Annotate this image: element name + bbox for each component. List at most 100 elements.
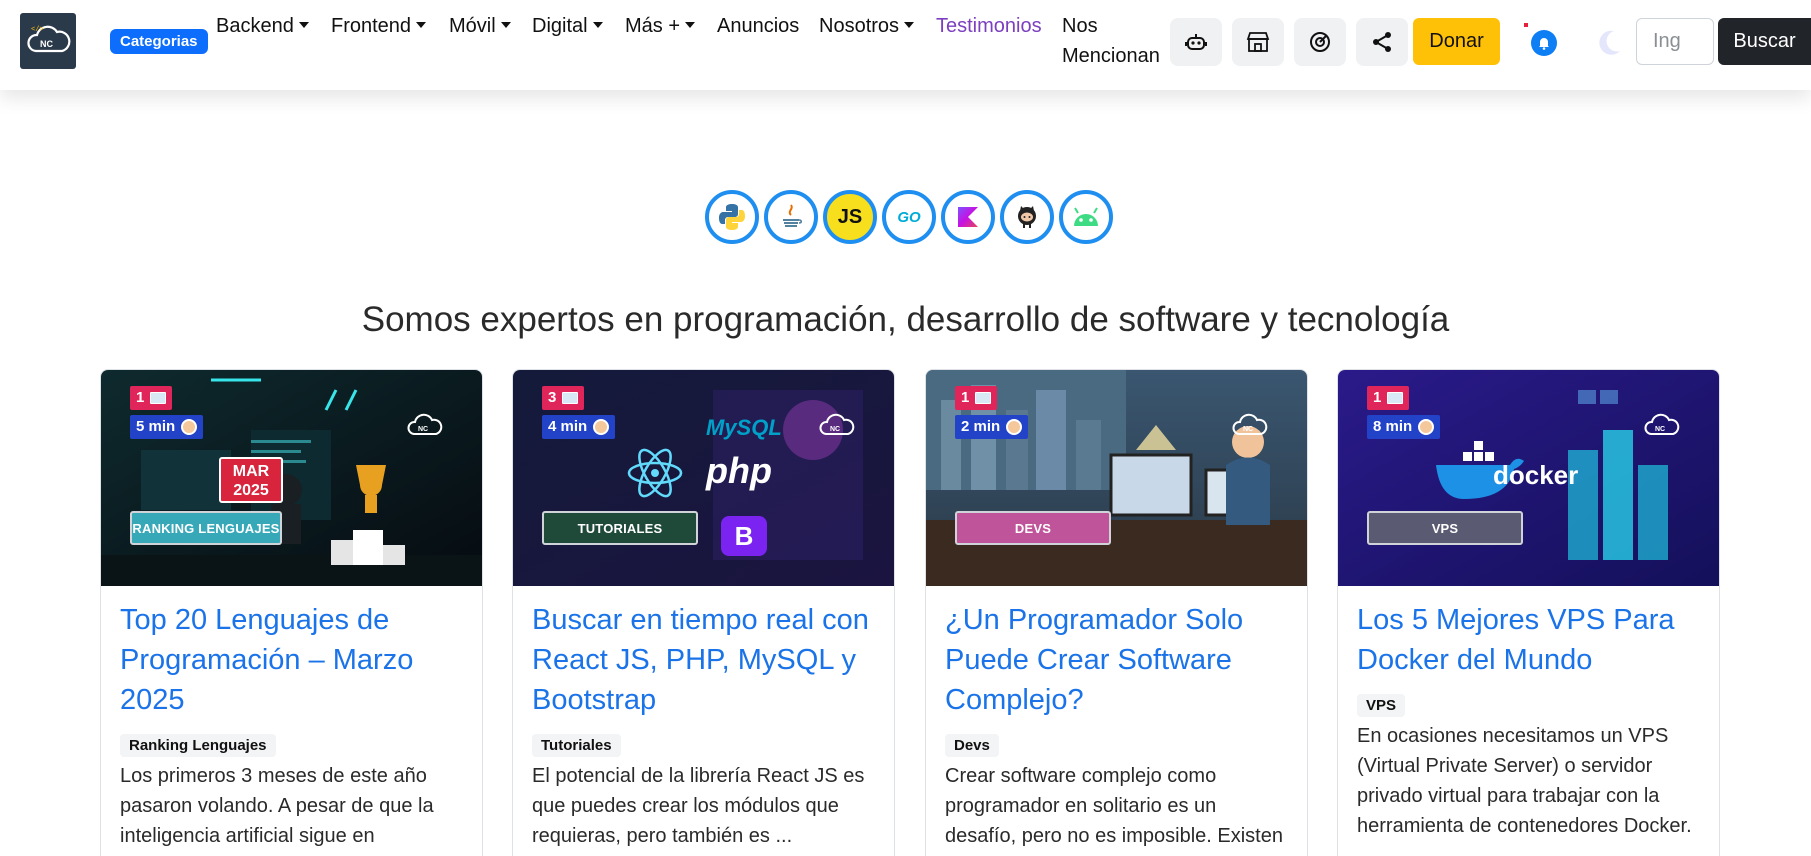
robot-button[interactable]: [1170, 18, 1222, 66]
category-tag[interactable]: VPS: [1357, 694, 1406, 717]
article-card[interactable]: MySQL php B 3 4 min NC TUTORIALES Buscar…: [512, 369, 895, 856]
hero-headline: Somos expertos en programación, desarrol…: [361, 300, 1450, 339]
avatar-icon: [1006, 419, 1023, 435]
image-category-label: RANKING LENGUAJES: [130, 511, 282, 545]
category-tag[interactable]: Tutoriales: [532, 734, 621, 757]
image-icon: [150, 392, 167, 404]
caret-down-icon: [416, 22, 427, 28]
javascript-icon[interactable]: JS: [823, 190, 877, 244]
github-octocat-logo: [1018, 206, 1036, 228]
avatar-icon: [1418, 419, 1435, 435]
article-thumbnail[interactable]: MySQL php B 3 4 min NC TUTORIALES: [513, 370, 894, 586]
image-count-badge: 1: [955, 386, 998, 410]
java-icon[interactable]: [764, 190, 818, 244]
date-month: MAR: [232, 463, 270, 480]
svg-text:</>: </>: [31, 26, 44, 34]
nav-nosotros-label: Nosotros: [819, 15, 900, 37]
nav-testimonios[interactable]: Testimonios: [936, 13, 1042, 39]
nav-frontend[interactable]: Frontend: [331, 13, 427, 39]
nav-movil-label: Móvil: [449, 15, 496, 37]
nav-movil[interactable]: Móvil: [449, 13, 511, 39]
nav-nos-line1: Nos: [1062, 15, 1098, 37]
read-time-badge: 4 min: [542, 415, 616, 439]
moon-icon[interactable]: [1594, 27, 1624, 57]
category-tag[interactable]: Ranking Lenguajes: [120, 734, 276, 757]
article-card[interactable]: docker 1 8 min NC VPS Los 5 Mejores VPS …: [1337, 369, 1720, 856]
robot-icon: [1185, 34, 1207, 50]
image-count: 1: [136, 389, 145, 406]
nav-nosotros[interactable]: Nosotros: [819, 13, 915, 39]
caret-down-icon: [592, 22, 603, 28]
image-count: 3: [548, 389, 557, 406]
article-thumbnail[interactable]: 1 5 min NC MAR 2025 RANKING LENGUAJES: [101, 370, 482, 586]
nc-watermark-icon: NC: [1232, 413, 1268, 435]
read-time-badge: 8 min: [1367, 415, 1441, 439]
store-button[interactable]: [1232, 18, 1284, 66]
nav-digital[interactable]: Digital: [532, 13, 603, 39]
card-body: Buscar en tiempo real con React JS, PHP,…: [513, 586, 894, 851]
nav-digital-label: Digital: [532, 15, 588, 37]
image-count: 1: [1373, 389, 1382, 406]
cloud-logo-icon: NC </>: [27, 25, 71, 53]
date-badge: MAR 2025: [219, 457, 283, 503]
image-icon: [975, 392, 992, 404]
tech-icons-row: JS GO: [705, 190, 1113, 244]
image-category-label: DEVS: [955, 511, 1111, 545]
article-card[interactable]: 1 2 min NC DEVS ¿Un Programador Solo Pue…: [925, 369, 1308, 856]
image-count-badge: 1: [130, 386, 173, 410]
python-logo: [719, 204, 745, 230]
svg-text:NC: NC: [830, 426, 840, 433]
go-label: GO: [897, 208, 921, 226]
date-year: 2025: [233, 482, 269, 499]
category-tag[interactable]: Devs: [945, 734, 999, 757]
java-logo: [783, 204, 803, 227]
php-logo: php: [706, 450, 772, 491]
nav-anuncios[interactable]: Anuncios: [717, 13, 799, 39]
read-time: 8 min: [1373, 418, 1413, 435]
search-input[interactable]: [1636, 18, 1714, 65]
svg-text:NC: NC: [40, 39, 53, 49]
article-title-link[interactable]: Top 20 Lenguajes de Programación – Marzo…: [120, 600, 463, 720]
android-icon[interactable]: [1059, 190, 1113, 244]
bootstrap-logo: B: [721, 516, 767, 556]
nav-backend[interactable]: Backend: [216, 13, 309, 39]
kotlin-icon[interactable]: [941, 190, 995, 244]
donar-button[interactable]: Donar: [1413, 18, 1500, 65]
article-thumbnail[interactable]: 1 2 min NC DEVS: [926, 370, 1307, 586]
image-count: 1: [961, 389, 970, 406]
notification-dot: [1524, 23, 1528, 27]
share-button[interactable]: [1356, 18, 1408, 66]
site-logo[interactable]: NC </>: [20, 13, 76, 69]
article-excerpt: Crear software complejo como programador…: [945, 765, 1283, 847]
svg-text:NC: NC: [1243, 426, 1253, 433]
categorias-badge[interactable]: Categorias: [110, 29, 208, 54]
article-card[interactable]: 1 5 min NC MAR 2025 RANKING LENGUAJES To…: [100, 369, 483, 856]
article-excerpt: En ocasiones necesitamos un VPS (Virtual…: [1357, 725, 1692, 837]
article-thumbnail[interactable]: docker 1 8 min NC VPS: [1338, 370, 1719, 586]
python-icon[interactable]: [705, 190, 759, 244]
caret-down-icon: [685, 22, 696, 28]
notifications-button[interactable]: [1531, 30, 1557, 56]
nav-anuncios-label: Anuncios: [717, 15, 800, 37]
avatar-icon: [181, 419, 198, 435]
article-title-link[interactable]: ¿Un Programador Solo Puede Crear Softwar…: [945, 600, 1288, 720]
kotlin-logo: [958, 207, 978, 227]
nav-nos-line2: Mencionan: [1062, 45, 1160, 67]
docker-logo-text: docker: [1493, 460, 1579, 490]
read-time: 2 min: [961, 418, 1001, 435]
nav-mas[interactable]: Más +: [625, 13, 696, 39]
article-title-link[interactable]: Buscar en tiempo real con React JS, PHP,…: [532, 600, 875, 720]
go-icon[interactable]: GO: [882, 190, 936, 244]
article-title-link[interactable]: Los 5 Mejores VPS Para Docker del Mundo: [1357, 600, 1700, 680]
nc-watermark-icon: NC: [819, 413, 855, 435]
share-icon: [1373, 32, 1391, 52]
article-excerpt: Los primeros 3 meses de este año pasaron…: [120, 765, 434, 847]
buscar-button[interactable]: Buscar: [1718, 18, 1811, 65]
nav-nos-mencionan[interactable]: Nos Mencionan: [1062, 11, 1160, 71]
read-time: 4 min: [548, 418, 588, 435]
avatar-icon: [593, 419, 610, 435]
gauge-button[interactable]: [1294, 18, 1346, 66]
github-icon[interactable]: [1000, 190, 1054, 244]
nav-backend-label: Backend: [216, 15, 294, 37]
article-excerpt: El potencial de la librería React JS es …: [532, 765, 865, 847]
